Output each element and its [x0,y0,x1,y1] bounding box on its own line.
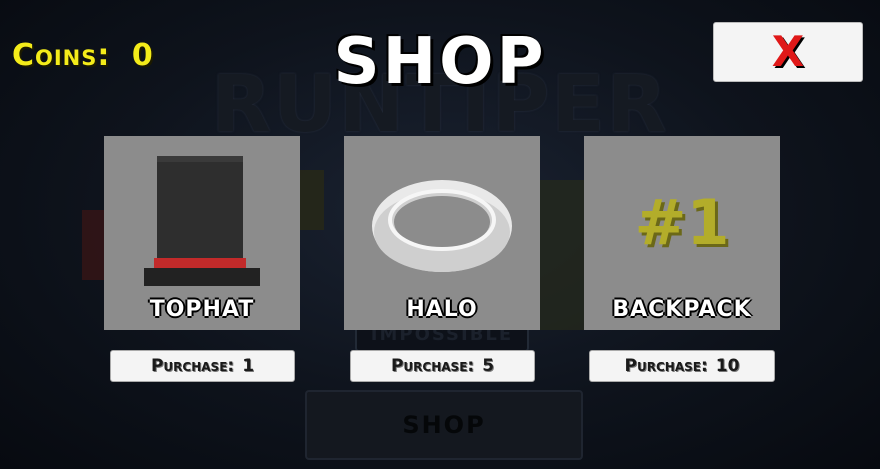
background-character-left [82,210,104,280]
purchase-button-tophat[interactable]: Purchase: 1 [110,350,295,382]
purchase-label: Purchase: [390,356,475,376]
purchase-label: Purchase: [624,356,708,376]
purchase-price: 5 [482,356,495,376]
item-card-tophat[interactable]: TOPHAT [104,136,300,330]
close-icon: X [771,27,805,76]
background-character-right [540,180,584,330]
coins-value: 0 [131,38,154,73]
item-name-halo: HALO [406,297,478,322]
purchase-label: Purchase: [150,356,235,376]
backpack-number-one-text: #1 [634,186,730,259]
purchase-price: 10 [715,356,740,376]
coins-label: Coins: [12,38,111,73]
item-name-backpack: BACKPACK [612,297,752,322]
background-character-block [300,170,324,230]
item-name-tophat: TOPHAT [149,297,255,322]
purchase-button-halo[interactable]: Purchase: 5 [350,350,535,382]
background-shop-button: SHOP [305,390,583,460]
item-card-backpack[interactable]: #1 BACKPACK [584,136,780,330]
coins-counter: Coins: 0 [12,38,154,73]
purchase-button-backpack[interactable]: Purchase: 10 [589,350,775,382]
close-button[interactable]: X [713,22,863,82]
purchase-price: 1 [242,356,255,376]
background-shop-button-label: SHOP [402,411,486,439]
item-card-halo[interactable]: HALO [344,136,540,330]
shop-title: SHOP [333,25,547,99]
